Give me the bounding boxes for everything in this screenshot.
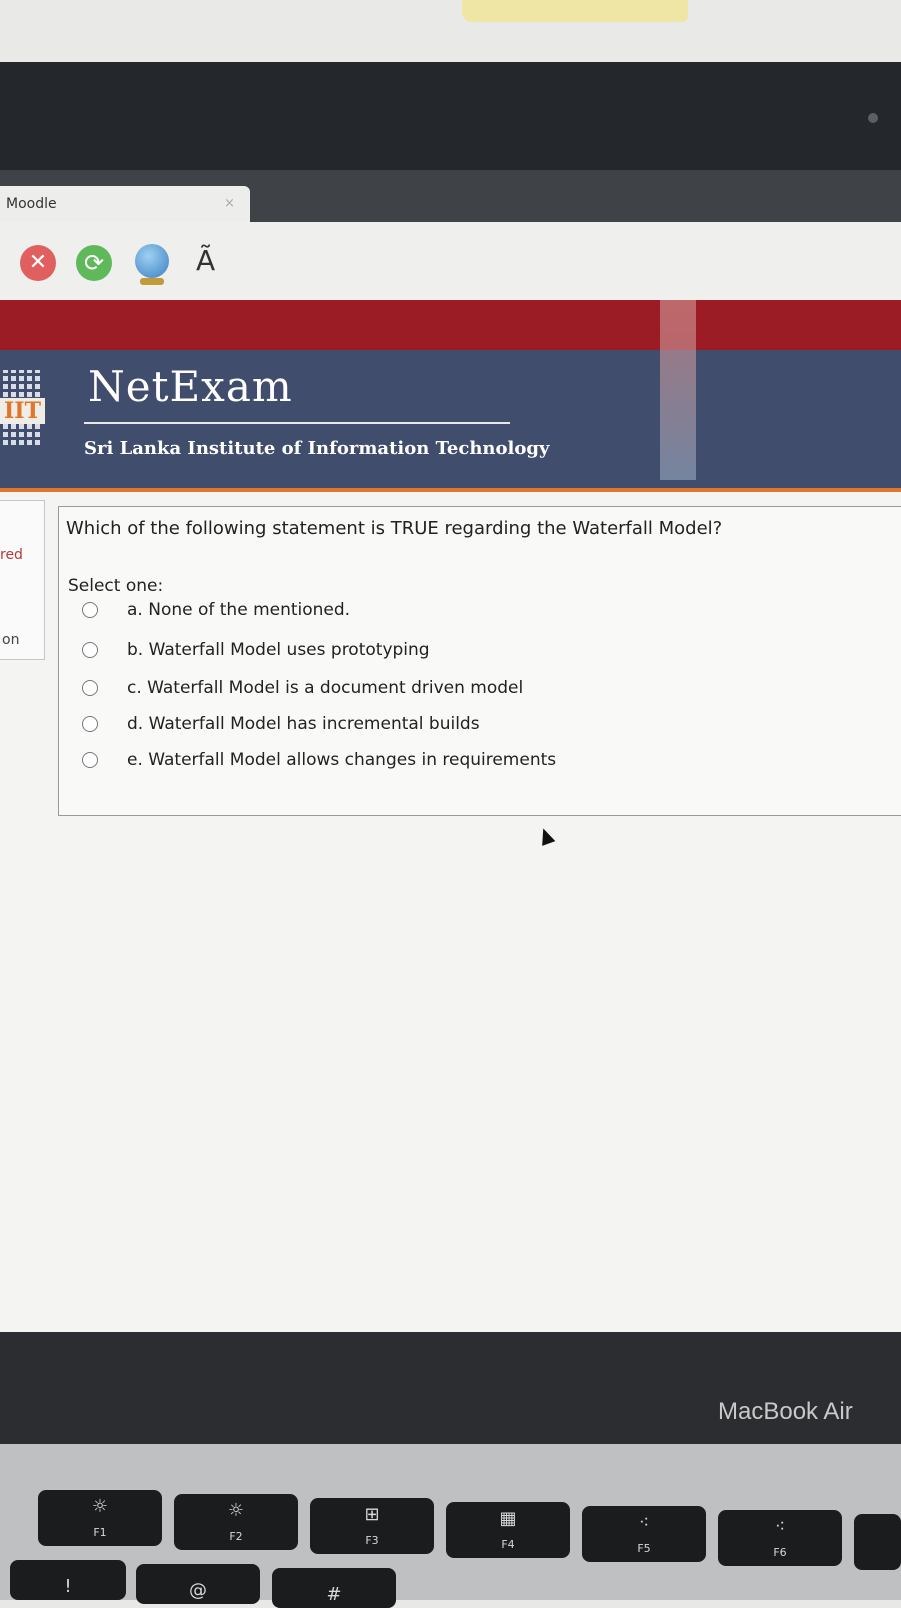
answer-label[interactable]: a. None of the mentioned. [127,600,350,620]
device-label: MacBook Air [718,1398,853,1425]
info-status-text: red [0,547,23,563]
screen-top-bezel [0,62,901,170]
answer-label[interactable]: c. Waterfall Model is a document driven … [127,678,523,698]
key-f5[interactable]: ⁖ F5 [582,1506,706,1562]
radio-button[interactable] [82,680,98,696]
key-f1[interactable]: ☼ F1 [38,1490,162,1546]
radio-button[interactable] [82,642,98,658]
radio-button[interactable] [82,752,98,768]
site-title: NetExam [88,362,293,411]
globe-icon[interactable] [135,244,169,278]
brightness-down-icon: ☼ [91,1496,109,1517]
key-at[interactable]: @ [136,1564,260,1604]
key-f6[interactable]: ⁖ F6 [718,1510,842,1566]
key-exclamation[interactable]: ! [10,1560,126,1600]
key-f4[interactable]: ▦ F4 [446,1502,570,1558]
answer-label[interactable]: e. Waterfall Model allows changes in req… [127,750,556,770]
top-banner [0,300,901,350]
key-symbol: # [326,1584,342,1605]
select-one-label: Select one: [68,576,164,596]
launchpad-icon: ▦ [499,1508,517,1529]
institute-name: Sri Lanka Institute of Information Techn… [84,438,550,459]
key-label: F1 [93,1526,107,1539]
key-label: F6 [773,1546,787,1559]
question-text: Which of the following statement is TRUE… [66,518,723,539]
mission-control-icon: ⊞ [364,1504,380,1525]
globe-stand [140,278,164,285]
key-f7[interactable] [854,1514,901,1570]
reload-icon[interactable]: ⟳ [76,245,112,281]
keyboard-light-up-icon: ⁖ [774,1516,786,1537]
key-label: F5 [637,1542,651,1555]
key-label: F4 [501,1538,515,1551]
tab-title: Moodle [6,196,57,212]
answer-label[interactable]: b. Waterfall Model uses prototyping [127,640,430,660]
background-wall [0,0,901,62]
key-f3[interactable]: ⊞ F3 [310,1498,434,1554]
answer-label[interactable]: d. Waterfall Model has incremental build… [127,714,480,734]
radio-button[interactable] [82,602,98,618]
key-label: F2 [229,1530,243,1543]
sticky-note [462,0,688,22]
tab-close-icon[interactable]: × [224,196,235,211]
encoding-button[interactable]: Ã [196,244,215,277]
key-f2[interactable]: ☼ F2 [174,1494,298,1550]
keyboard-light-down-icon: ⁖ [638,1512,650,1533]
screen-bottom-bezel [0,1332,901,1444]
logo-text: IIT [0,398,45,424]
key-label: F3 [365,1534,379,1547]
stop-icon[interactable]: ✕ [20,245,56,281]
screen-reflection [660,300,696,480]
info-flag-text[interactable]: on [2,632,19,648]
radio-button[interactable] [82,716,98,732]
key-hash[interactable]: # [272,1568,396,1608]
camera-icon [868,113,878,123]
key-symbol: @ [189,1580,207,1601]
brightness-up-icon: ☼ [227,1500,245,1521]
key-symbol: ! [64,1576,72,1597]
title-divider [84,422,510,424]
